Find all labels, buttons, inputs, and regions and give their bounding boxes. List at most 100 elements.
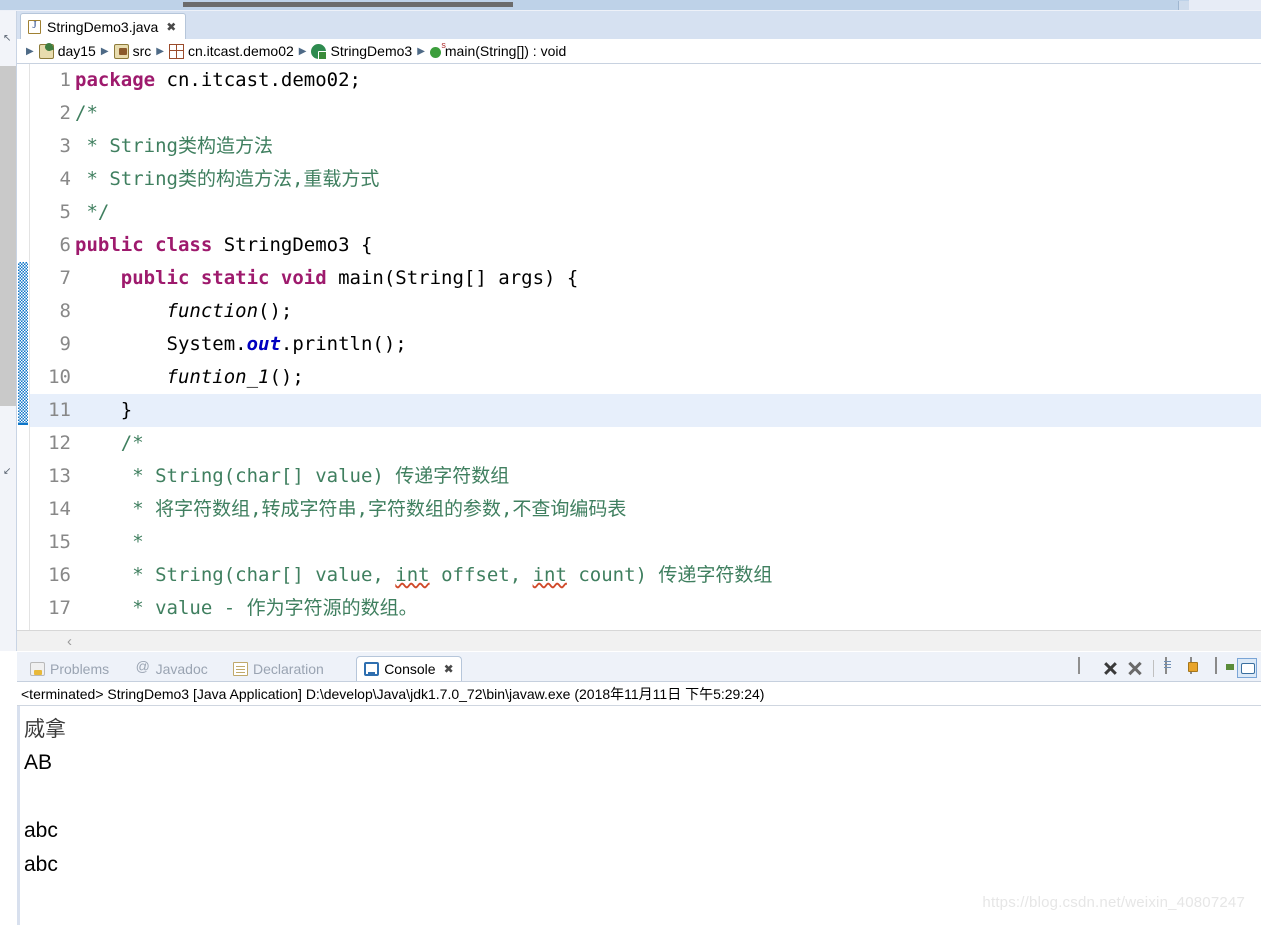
scrollbar-track[interactable] [0,0,1189,10]
code-line[interactable]: * String(char[] value, int offset, int c… [75,559,1261,592]
code-line-text: * [75,531,144,553]
breadcrumb-item-class[interactable]: StringDemo3 [311,43,412,60]
console-icon [364,662,380,676]
breadcrumb-item-src[interactable]: src [113,43,152,59]
console-output-line: 烕拿 [24,717,66,741]
line-number-label: 12 [48,432,71,454]
pin-console-icon[interactable] [1212,657,1232,678]
code-line[interactable]: public class StringDemo3 { [75,229,1261,262]
line-number: 5 [30,196,75,229]
restore-down-icon[interactable]: ↙ [3,466,11,477]
code-line-text: * String(char[] value) 传递字符数组 [75,465,510,487]
console-output-line: abc [24,819,58,842]
breadcrumb-separator: ▶ [156,45,164,57]
view-tab-javadoc[interactable]: Javadoc [129,656,215,681]
console-output-line: AB [24,751,53,774]
breadcrumb-item-project[interactable]: day15 [38,43,96,59]
code-line-text: package cn.itcast.demo02; [75,69,361,91]
code-line[interactable]: function(); [75,295,1261,328]
code-line-text: /* [75,102,98,124]
view-tab-label: Javadoc [155,660,208,677]
scroll-lock-icon[interactable] [1187,657,1207,678]
code-line[interactable]: public static void main(String[] args) { [75,262,1261,295]
code-line[interactable]: * 将字符数组,转成字符串,字符数组的参数,不查询编码表 [75,493,1261,526]
line-number: 6 [30,229,75,262]
view-tab-label: Console [384,661,436,677]
scrollbar-thumb[interactable] [183,2,513,7]
code-line-text: function(); [166,300,293,322]
close-icon[interactable]: ✖ [444,662,454,676]
line-number: 10 [30,361,75,394]
scroll-left-icon[interactable]: ‹ [67,633,72,650]
line-number: 8 [30,295,75,328]
code-line[interactable]: */ [75,196,1261,229]
close-icon[interactable]: ✖ [166,20,176,34]
view-tab-problems[interactable]: Problems [23,656,116,681]
remove-all-terminated-icon[interactable] [1125,658,1145,678]
code-lines[interactable]: package cn.itcast.demo02; /* * String类构造方… [75,64,1261,630]
line-number: 15 [30,526,75,559]
restore-up-icon[interactable]: ↖ [3,33,11,44]
code-editor[interactable]: 1 2 3 4 5 6 7 8 9 10 11 12 13 14 15 16 17 package cn.itc… [17,64,1261,630]
line-number: 2 [30,97,75,130]
line-number-label: 15 [48,531,71,553]
minimized-view-lower[interactable] [0,486,16,651]
source-folder-icon [113,43,129,59]
view-tab-declaration[interactable]: Declaration [226,656,331,681]
code-line[interactable]: * String类构造方法 [75,130,1261,163]
line-number-label: 5 [59,201,71,223]
code-line-text: public static void main(String[] args) { [120,267,579,289]
java-file-icon [28,19,41,34]
code-line[interactable]: /* [75,427,1261,460]
code-line[interactable]: /* [75,97,1261,130]
line-number: 4 [30,163,75,196]
code-line[interactable]: System.out.println(); [75,328,1261,361]
line-number-label: 13 [48,465,71,487]
breadcrumb-separator: ▶ [298,45,307,57]
line-number-label: 10 [48,366,71,388]
remove-launch-icon[interactable] [1100,658,1120,678]
code-line[interactable]: package cn.itcast.demo02; [75,64,1261,97]
watermark: https://blog.csdn.net/weixin_40807247 [982,894,1245,911]
line-number-label: 17 [48,597,71,619]
line-number-label: 7 [59,267,71,289]
code-line[interactable]: * value - 作为字符源的数组。 [75,592,1261,625]
view-tab-console[interactable]: Console ✖ [356,656,462,681]
breadcrumb-label: src [132,43,152,59]
editor-tab-stringdemo3[interactable]: StringDemo3.java ✖ [20,13,187,39]
console-view: Problems Javadoc Declaration Console ✖ <term… [17,652,1261,925]
method-icon [429,40,446,58]
code-line-text: * String类构造方法 [75,135,273,157]
code-line-text: public class StringDemo3 { [75,234,373,256]
scrollbar-tail [1189,0,1261,10]
declaration-icon [233,661,248,676]
line-number: 17 [30,592,75,625]
minimized-view-block[interactable] [0,66,16,406]
code-line[interactable]: * String(char[] value) 传递字符数组 [75,460,1261,493]
code-line-text: /* [75,432,144,454]
display-selected-console-icon[interactable] [1237,658,1257,678]
breadcrumb-label: day15 [57,43,96,59]
code-line[interactable]: * String类的构造方法,重载方式 [75,163,1261,196]
editor-horizontal-scrollbar[interactable]: ‹ [17,630,1261,651]
console-output[interactable]: 烕拿 AB abc abc [17,706,1261,925]
terminate-icon[interactable] [1075,657,1095,678]
editor-panel: StringDemo3.java ✖ ▶ day15 ▶ src ▶ cn.it… [17,11,1261,651]
breadcrumb-item-method[interactable]: main(String[]) : void [429,40,566,59]
breadcrumb-item-package[interactable]: cn.itcast.demo02 [168,43,294,59]
clear-console-icon[interactable] [1162,657,1182,678]
code-line-text: * String类的构造方法,重载方式 [75,168,380,190]
line-number-label: 2 [59,102,71,124]
console-toolbar[interactable] [1075,656,1257,680]
line-number-label: 14 [48,498,71,520]
console-status-line: <terminated> StringDemo3 [Java Applicati… [17,682,1261,706]
line-number: 11 [30,394,75,427]
code-line[interactable]: * [75,526,1261,559]
line-number-gutter: 1 2 3 4 5 6 7 8 9 10 11 12 13 14 15 16 17 [30,64,75,630]
window-horizontal-scrollbar[interactable] [0,0,1261,11]
breadcrumb[interactable]: ▶ day15 ▶ src ▶ cn.itcast.demo02 ▶ Strin… [17,39,1261,64]
code-line[interactable]: } [75,394,1261,427]
line-number-label: 11 [48,399,71,421]
minimized-view-bar[interactable]: ↖ ↙ [0,11,17,651]
code-line[interactable]: funtion_1(); [75,361,1261,394]
